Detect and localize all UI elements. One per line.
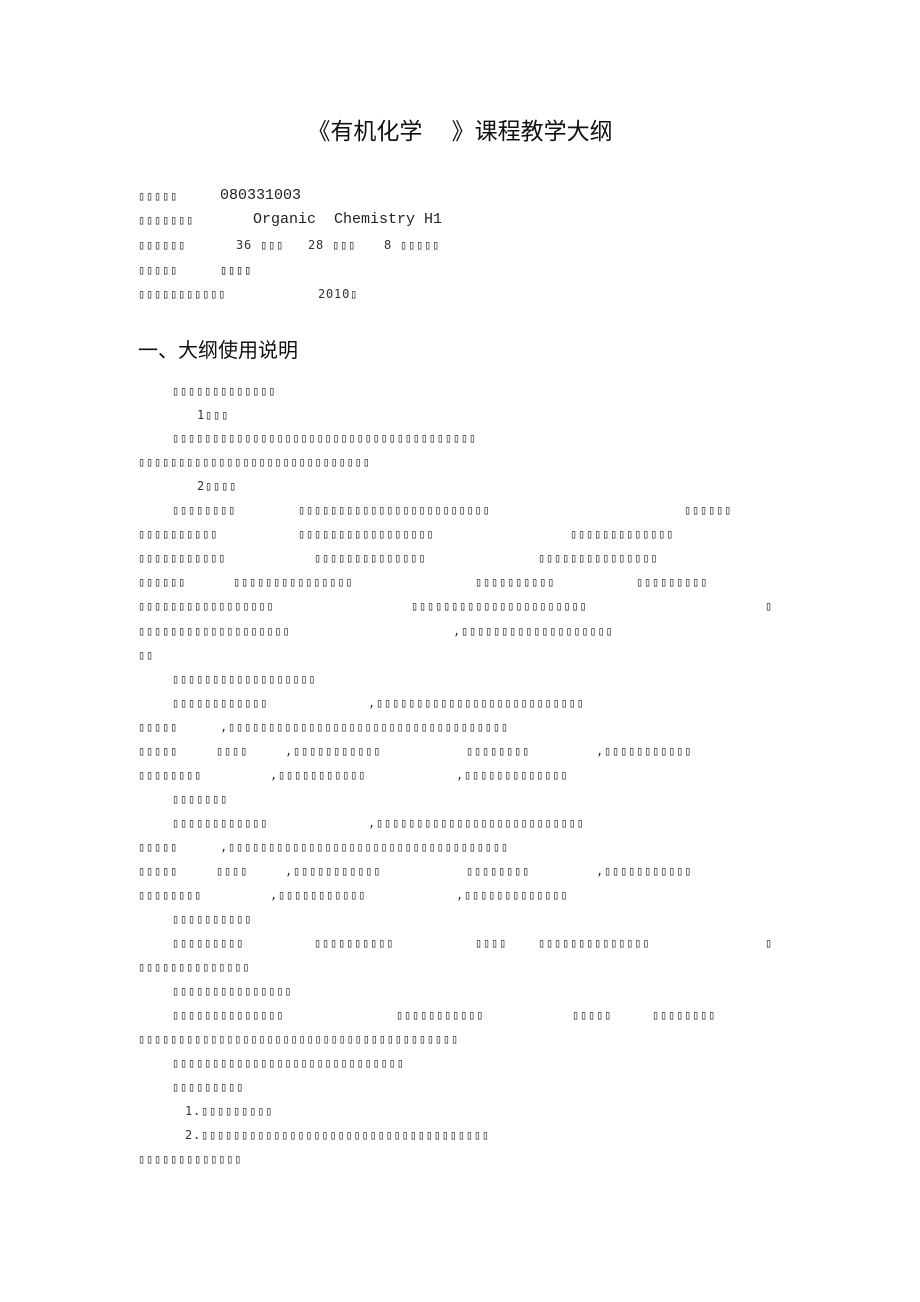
body-line-segment: ▯▯▯▯▯ [138, 720, 179, 734]
body-line-segment: ▯▯▯▯ [216, 864, 249, 878]
body-line-segment: ▯▯▯▯▯▯▯▯▯▯▯▯▯ [138, 1152, 243, 1166]
body-line-segment: ▯▯▯▯▯▯ [138, 575, 187, 589]
body-line-segment: ▯▯▯▯▯▯▯▯ [138, 888, 203, 902]
info-line-segment: 080331003 [220, 187, 302, 204]
body-line-segment: ▯▯▯▯▯▯▯ [172, 792, 229, 806]
body-line-segment: ▯▯▯▯▯▯ [684, 503, 733, 517]
body-line-segment: ▯▯▯▯▯▯▯▯▯▯▯▯▯▯▯ [538, 551, 659, 565]
body-line-segment: ▯▯▯▯▯ [138, 840, 179, 854]
info-line-segment: 36 ▯▯▯ [236, 238, 285, 252]
body-line-segment: ▯▯▯▯▯▯▯▯▯▯ [314, 936, 395, 950]
body-line-segment: ▯▯▯▯▯▯▯▯▯▯▯▯▯▯▯▯▯▯▯▯▯▯▯▯▯▯▯▯▯▯▯▯▯▯▯▯▯▯▯▯ [138, 1032, 459, 1046]
info-line-segment: ▯▯▯▯ [220, 263, 253, 277]
body-line-segment: ▯▯▯▯▯▯▯▯▯▯▯▯▯▯ [138, 960, 251, 974]
body-line-segment: ▯▯▯▯▯ [572, 1008, 613, 1022]
body-line-segment: ,▯▯▯▯▯▯▯▯▯▯▯▯▯ [456, 888, 569, 902]
info-line-segment: ▯▯▯▯▯▯▯▯▯▯▯ [138, 287, 227, 301]
body-line-segment: 2▯▯▯▯ [197, 479, 238, 493]
body-line-segment: ,▯▯▯▯▯▯▯▯▯▯▯▯▯▯▯▯▯▯▯ [453, 624, 614, 638]
body-line-segment: ▯▯▯▯▯▯▯▯▯▯▯▯▯▯ [538, 936, 651, 950]
body-line-segment: ▯▯▯▯▯▯▯▯▯▯▯▯▯ [172, 384, 277, 398]
body-line-segment: ▯▯▯▯▯▯▯▯▯▯ [172, 912, 253, 926]
body-line-segment: ,▯▯▯▯▯▯▯▯▯▯▯ [270, 888, 367, 902]
info-line-segment: Organic Chemistry H1 [253, 211, 443, 228]
body-line-segment: ▯▯▯▯▯▯▯▯▯▯▯ [138, 551, 227, 565]
body-line-segment: ▯▯▯▯▯▯▯▯ [466, 744, 531, 758]
body-line-segment: ▯ [765, 599, 774, 613]
body-line-segment: ,▯▯▯▯▯▯▯▯▯▯▯ [285, 864, 382, 878]
body-line-segment: ▯▯▯▯▯▯▯▯ [138, 768, 203, 782]
body-line-segment: ,▯▯▯▯▯▯▯▯▯▯▯▯▯▯▯▯▯▯▯▯▯▯▯▯▯▯ [368, 816, 585, 830]
body-line-segment: ▯▯▯▯▯▯▯▯▯▯▯▯▯▯▯▯▯▯▯▯▯▯▯▯▯▯▯▯▯ [172, 1056, 405, 1070]
body-line-segment: 1.▯▯▯▯▯▯▯▯▯ [185, 1104, 274, 1118]
body-line-segment: ▯▯▯▯▯▯▯▯▯▯▯▯ [172, 696, 269, 710]
body-line-segment: ▯▯▯▯▯▯▯▯▯▯▯▯ [172, 816, 269, 830]
body-line-segment: ,▯▯▯▯▯▯▯▯▯▯▯▯▯▯▯▯▯▯▯▯▯▯▯▯▯▯▯▯▯▯▯▯▯▯▯ [220, 720, 509, 734]
info-line-segment: ▯▯▯▯▯ [138, 189, 179, 203]
body-line-segment: ▯▯▯▯▯▯▯▯▯▯▯▯▯▯▯ [233, 575, 354, 589]
body-line-segment: ▯▯▯▯▯▯▯▯▯▯▯▯▯▯▯▯▯▯▯▯▯▯▯▯▯▯▯▯▯▯▯▯▯▯▯▯▯▯ [172, 431, 477, 445]
info-line-segment: 2010▯ [318, 287, 359, 301]
body-line-segment: ▯▯▯▯▯▯▯▯▯ [172, 1080, 245, 1094]
body-line-segment: ▯▯▯▯▯▯▯▯ [652, 1008, 717, 1022]
body-line-segment: ,▯▯▯▯▯▯▯▯▯▯▯ [270, 768, 367, 782]
body-line-segment: ▯▯▯▯▯▯▯▯▯▯▯ [396, 1008, 485, 1022]
body-line-segment: ,▯▯▯▯▯▯▯▯▯▯▯▯▯▯▯▯▯▯▯▯▯▯▯▯▯▯▯▯▯▯▯▯▯▯▯ [220, 840, 509, 854]
body-line-segment: ,▯▯▯▯▯▯▯▯▯▯▯▯▯ [456, 768, 569, 782]
body-line-segment: ▯▯▯▯▯ [138, 744, 179, 758]
body-line-segment: ▯▯▯▯▯▯▯▯▯▯▯▯▯▯▯▯▯▯▯▯▯▯ [411, 599, 588, 613]
body-line-segment: ▯▯▯▯▯▯▯▯▯▯▯▯▯▯ [314, 551, 427, 565]
body-line-segment: ▯▯▯▯▯ [138, 864, 179, 878]
body-line-segment: ▯▯▯▯▯▯▯▯ [172, 503, 237, 517]
body-line-segment: ,▯▯▯▯▯▯▯▯▯▯▯▯▯▯▯▯▯▯▯▯▯▯▯▯▯▯ [368, 696, 585, 710]
info-line-segment: ▯▯▯▯▯ [138, 263, 179, 277]
body-line-segment: ▯▯▯▯▯▯▯▯▯▯▯▯▯▯▯▯▯ [138, 599, 275, 613]
body-line-segment: ▯▯▯▯▯▯▯▯▯▯▯▯▯▯▯▯▯▯▯▯▯▯▯▯▯▯▯▯▯ [138, 455, 371, 469]
body-line-segment: ▯▯▯▯▯▯▯▯▯▯▯▯▯▯ [172, 1008, 285, 1022]
body-line-segment: ▯▯ [138, 648, 155, 662]
body-line-segment: ▯▯▯▯▯▯▯▯▯▯ [138, 527, 219, 541]
body-line-segment: ▯ [765, 936, 774, 950]
body-line-segment: ▯▯▯▯▯▯▯▯▯▯▯▯▯▯▯▯▯ [298, 527, 435, 541]
body-line-segment: ▯▯▯▯▯▯▯▯▯▯▯▯▯▯▯ [172, 984, 293, 998]
body-line-segment: 1▯▯▯ [197, 408, 230, 422]
body-line-segment: ▯▯▯▯ [475, 936, 508, 950]
body-line-segment: ▯▯▯▯ [216, 744, 249, 758]
body-line-segment: ▯▯▯▯▯▯▯▯ [466, 864, 531, 878]
body-line-segment: ▯▯▯▯▯▯▯▯▯▯▯▯▯▯▯▯▯▯▯ [138, 624, 291, 638]
body-line-segment: ▯▯▯▯▯▯▯▯▯▯▯▯▯ [570, 527, 675, 541]
body-line-segment: ,▯▯▯▯▯▯▯▯▯▯▯ [596, 744, 693, 758]
document-title: 《有机化学 》课程教学大纲 [307, 119, 613, 145]
body-line-segment: 2.▯▯▯▯▯▯▯▯▯▯▯▯▯▯▯▯▯▯▯▯▯▯▯▯▯▯▯▯▯▯▯▯▯▯▯▯ [185, 1128, 490, 1142]
body-line-segment: ▯▯▯▯▯▯▯▯▯▯ [475, 575, 556, 589]
info-line-segment: ▯▯▯▯▯▯ [138, 238, 187, 252]
info-line-segment: 8 ▯▯▯▯▯ [384, 238, 441, 252]
body-line-segment: ▯▯▯▯▯▯▯▯▯▯▯▯▯▯▯▯▯▯▯▯▯▯▯▯ [298, 503, 491, 517]
body-line-segment: ▯▯▯▯▯▯▯▯▯ [172, 936, 245, 950]
body-line-segment: ,▯▯▯▯▯▯▯▯▯▯▯ [596, 864, 693, 878]
body-line-segment: ,▯▯▯▯▯▯▯▯▯▯▯ [285, 744, 382, 758]
info-line-segment: ▯▯▯▯▯▯▯ [138, 213, 195, 227]
info-line-segment: 28 ▯▯▯ [308, 238, 357, 252]
section-heading: 一、大纲使用说明 [138, 338, 298, 362]
body-line-segment: ▯▯▯▯▯▯▯▯▯▯▯▯▯▯▯▯▯▯ [172, 672, 317, 686]
body-line-segment: ▯▯▯▯▯▯▯▯▯ [636, 575, 709, 589]
